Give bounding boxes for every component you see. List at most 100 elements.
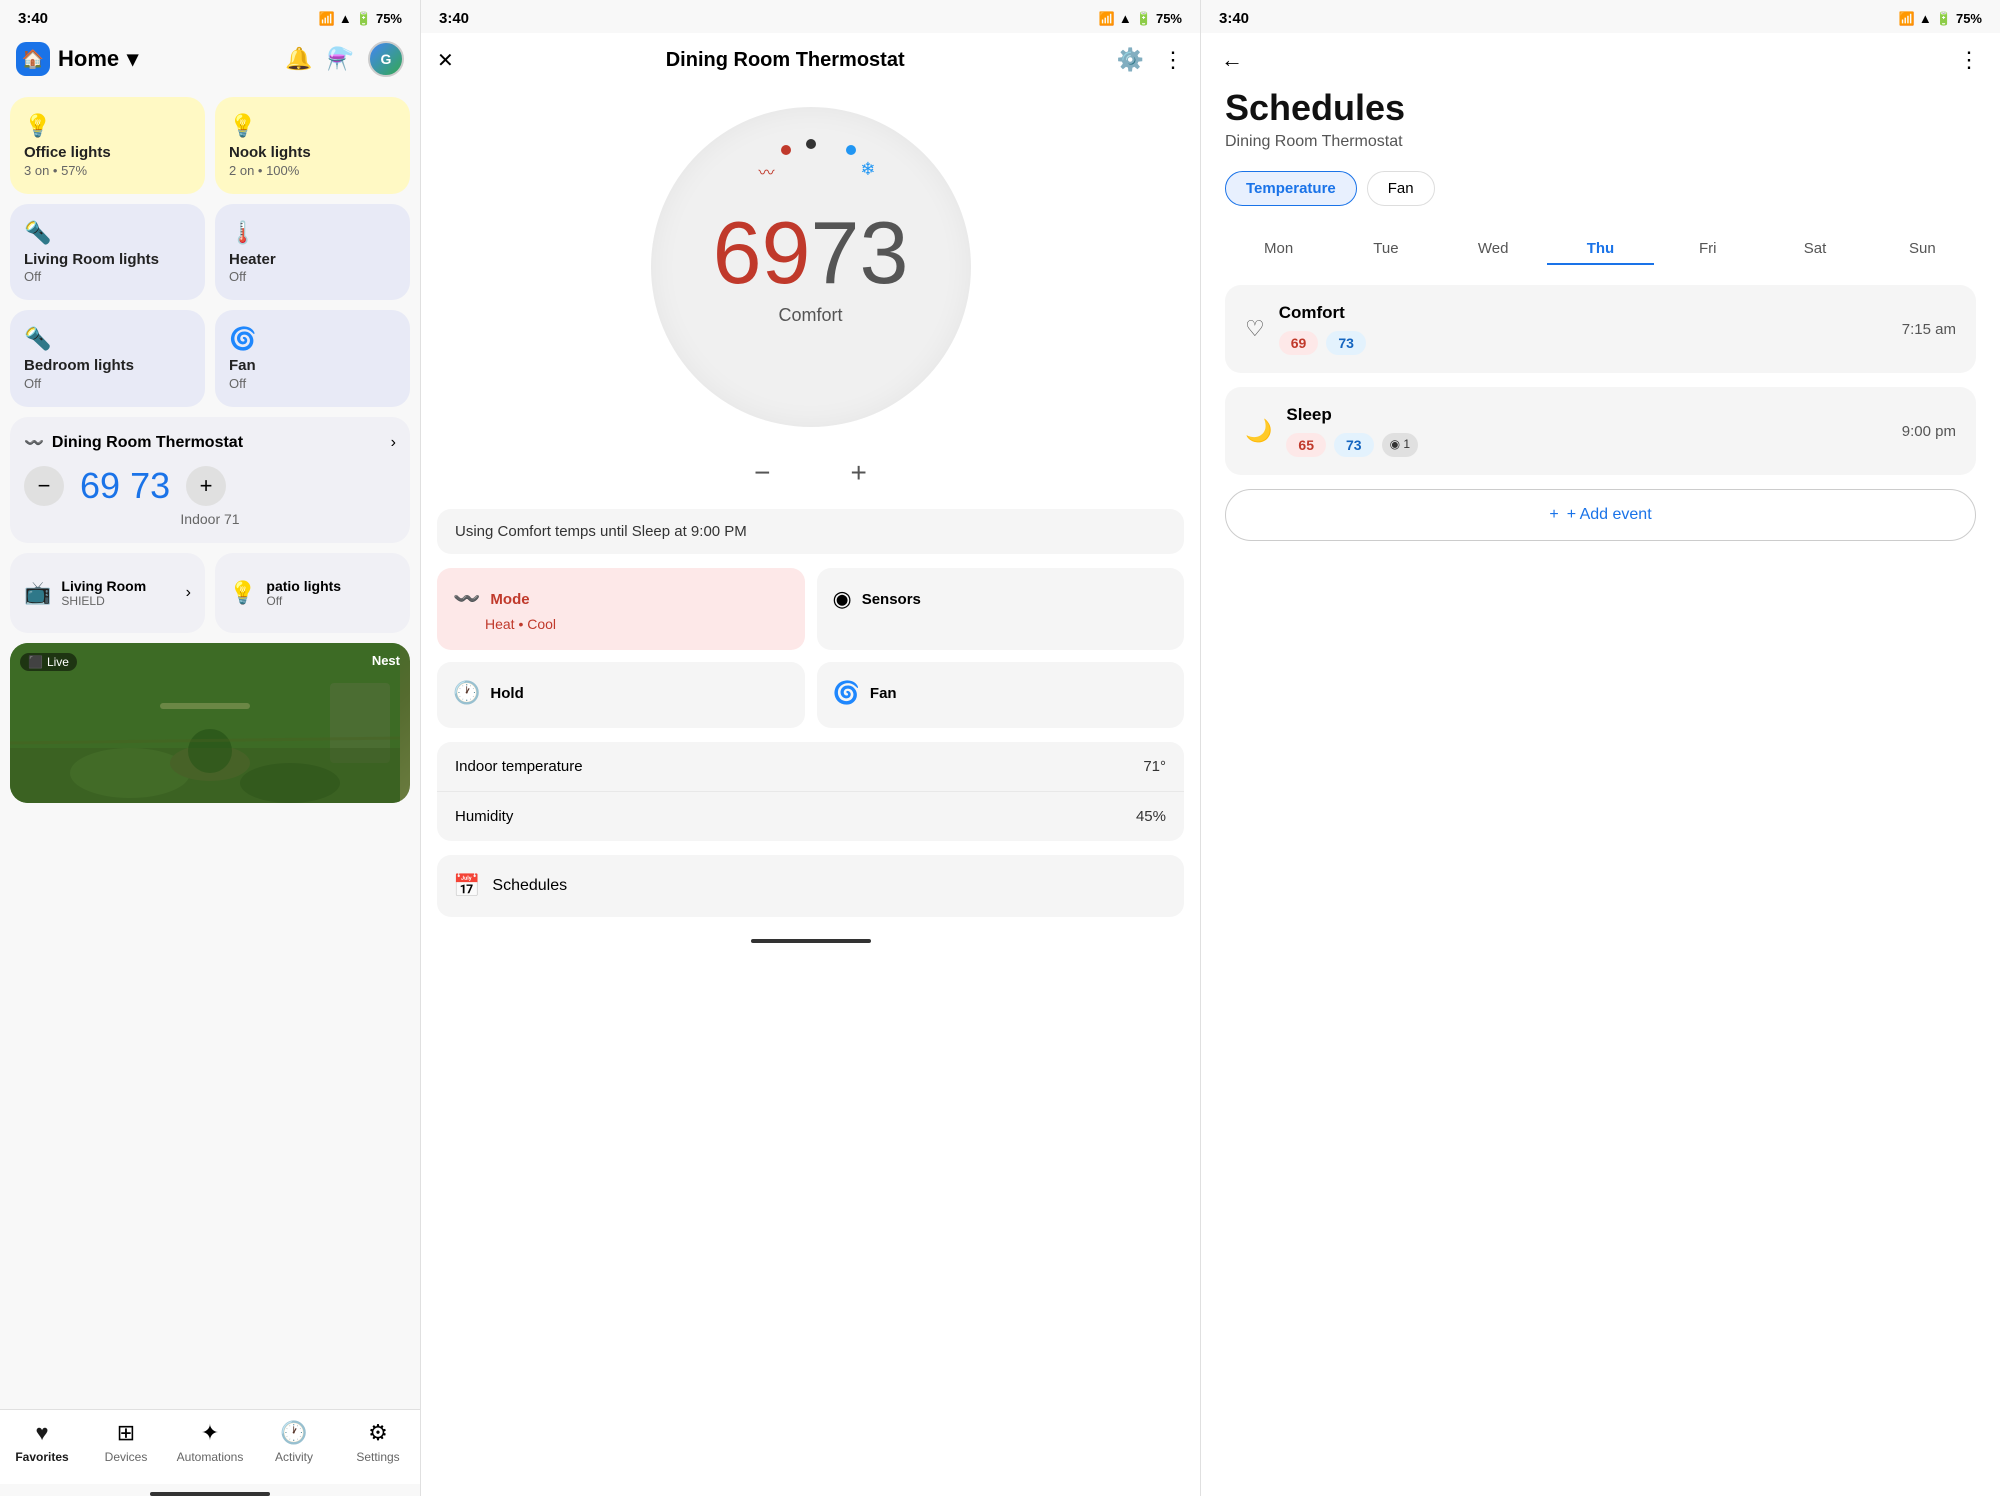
fan-card[interactable]: 🌀 Fan Off bbox=[215, 310, 410, 407]
status-icons-2: 📶 ▲ 🔋 75% bbox=[1099, 11, 1182, 27]
hold-tile[interactable]: 🕐 Hold bbox=[437, 662, 805, 728]
thermostat-dial[interactable]: 〰 ❄ 69 73 Comfort bbox=[651, 107, 971, 427]
add-event-label: + Add event bbox=[1567, 506, 1652, 524]
heater-card[interactable]: 🌡️ Heater Off bbox=[215, 204, 410, 301]
indoor-temp-label: Indoor 71 bbox=[24, 511, 396, 527]
nav-favorites[interactable]: ♥ Favorites bbox=[0, 1420, 84, 1464]
lab-icon[interactable]: ⚗️ bbox=[327, 46, 354, 72]
fan-name: Fan bbox=[229, 356, 396, 376]
living-room-lights-card[interactable]: 🔦 Living Room lights Off bbox=[10, 204, 205, 301]
signal-icon-3: ▲ bbox=[1919, 11, 1932, 26]
sensors-tile-title: Sensors bbox=[862, 591, 921, 608]
fan-tile-icon: 🌀 bbox=[833, 680, 860, 706]
gear-icon[interactable]: ⚙️ bbox=[1117, 47, 1144, 73]
thermostat-card-header: 〰️ Dining Room Thermostat › bbox=[24, 433, 396, 453]
home-logo-icon: 🏠 bbox=[16, 42, 50, 76]
camera-card[interactable]: ⬛ Live Nest bbox=[10, 643, 410, 803]
sleep-event-name: Sleep bbox=[1286, 405, 1887, 425]
dial-decrease-button[interactable]: − bbox=[754, 457, 770, 489]
add-event-button[interactable]: + + Add event bbox=[1225, 489, 1976, 541]
sleep-event-info: Sleep 65 73 ◉ 1 bbox=[1286, 405, 1887, 457]
office-lights-card[interactable]: 💡 Office lights 3 on • 57% bbox=[10, 97, 205, 194]
patio-lights-status: Off bbox=[266, 594, 341, 608]
home-title[interactable]: 🏠 Home ▾ bbox=[16, 42, 138, 76]
schedules-tile[interactable]: 📅 Schedules bbox=[437, 855, 1184, 917]
camera-overlay: ⬛ Live bbox=[20, 653, 77, 671]
day-sat[interactable]: Sat bbox=[1761, 230, 1868, 265]
shield-chevron-icon: › bbox=[186, 584, 191, 602]
sensors-tile-header: ◉ Sensors bbox=[833, 586, 1169, 612]
hold-tile-header: 🕐 Hold bbox=[453, 680, 789, 706]
day-mon[interactable]: Mon bbox=[1225, 230, 1332, 265]
day-wed[interactable]: Wed bbox=[1440, 230, 1547, 265]
close-icon[interactable]: ✕ bbox=[437, 48, 454, 73]
temp-increase-button[interactable]: + bbox=[186, 466, 226, 506]
battery-pct-3: 75% bbox=[1956, 11, 1982, 26]
patio-lights-card[interactable]: 💡 patio lights Off bbox=[215, 553, 410, 633]
comfort-event-name: Comfort bbox=[1279, 303, 1888, 323]
panel-thermostat: 3:40 📶 ▲ 🔋 75% ✕ Dining Room Thermostat … bbox=[420, 0, 1200, 1496]
sensors-tile[interactable]: ◉ Sensors bbox=[817, 568, 1185, 650]
temp-decrease-button[interactable]: − bbox=[24, 466, 64, 506]
battery-icon-2: 🔋 bbox=[1136, 11, 1152, 27]
home-scroll-area: 💡 Office lights 3 on • 57% 💡 Nook lights… bbox=[0, 89, 420, 1409]
patio-lights-icon: 💡 bbox=[229, 580, 256, 606]
shield-card[interactable]: 📺 Living Room SHIELD › bbox=[10, 553, 205, 633]
sched-more-icon[interactable]: ⋮ bbox=[1958, 47, 1980, 73]
more-icon[interactable]: ⋮ bbox=[1162, 47, 1184, 73]
patio-lights-text: patio lights Off bbox=[266, 578, 341, 608]
nook-lights-card[interactable]: 💡 Nook lights 2 on • 100% bbox=[215, 97, 410, 194]
panel-schedules: 3:40 📶 ▲ 🔋 75% ← ⋮ Schedules Dining Room… bbox=[1200, 0, 2000, 1496]
thermostat-card[interactable]: 〰️ Dining Room Thermostat › − 69 73 + In… bbox=[10, 417, 410, 543]
current-temp: 69 bbox=[80, 465, 120, 506]
sleep-event[interactable]: 🌙 Sleep 65 73 ◉ 1 9:00 pm bbox=[1225, 387, 1976, 475]
sleep-event-icon: 🌙 bbox=[1245, 418, 1272, 444]
nav-automations-label: Automations bbox=[177, 1450, 244, 1464]
day-thu[interactable]: Thu bbox=[1547, 230, 1654, 265]
day-fri[interactable]: Fri bbox=[1654, 230, 1761, 265]
living-room-lights-name: Living Room lights bbox=[24, 250, 191, 270]
signal-icon: ▲ bbox=[339, 11, 352, 26]
schedules-tile-label: Schedules bbox=[492, 877, 567, 895]
schedules-subtitle: Dining Room Thermostat bbox=[1225, 133, 1976, 151]
info-section: Indoor temperature 71° Humidity 45% bbox=[437, 742, 1184, 841]
tab-fan[interactable]: Fan bbox=[1367, 171, 1435, 206]
wifi-icon-3: 📶 bbox=[1899, 11, 1915, 27]
live-label: Live bbox=[47, 655, 69, 669]
nav-activity[interactable]: 🕐 Activity bbox=[252, 1420, 336, 1464]
thermostat-card-icon: 〰️ bbox=[24, 433, 44, 453]
sensors-icon: ◉ bbox=[833, 586, 852, 612]
time-1: 3:40 bbox=[18, 10, 48, 27]
row-4: 📺 Living Room SHIELD › 💡 patio lights Of… bbox=[10, 553, 410, 633]
avatar[interactable]: G bbox=[368, 41, 404, 77]
patio-lights-name: patio lights bbox=[266, 578, 341, 594]
nav-activity-label: Activity bbox=[275, 1450, 313, 1464]
nook-lights-status: 2 on • 100% bbox=[229, 163, 396, 178]
notification-icon[interactable]: 🔔 bbox=[285, 46, 312, 72]
comfort-cool-badge: 73 bbox=[1326, 331, 1366, 355]
nav-automations[interactable]: ✦ Automations bbox=[168, 1420, 252, 1464]
back-icon[interactable]: ← bbox=[1221, 47, 1243, 73]
tab-temperature[interactable]: Temperature bbox=[1225, 171, 1357, 206]
schedules-header: ← ⋮ bbox=[1201, 33, 2000, 87]
comfort-event[interactable]: ♡ Comfort 69 73 7:15 am bbox=[1225, 285, 1976, 373]
home-indicator-bar-2 bbox=[751, 939, 871, 943]
day-sun[interactable]: Sun bbox=[1869, 230, 1976, 265]
dial-mode-label: Comfort bbox=[778, 305, 842, 326]
nav-settings[interactable]: ⚙ Settings bbox=[336, 1420, 420, 1464]
current-dot bbox=[806, 139, 816, 149]
nav-devices[interactable]: ⊞ Devices bbox=[84, 1420, 168, 1464]
bedroom-lights-card[interactable]: 🔦 Bedroom lights Off bbox=[10, 310, 205, 407]
devices-icon: ⊞ bbox=[117, 1420, 135, 1446]
status-icons-3: 📶 ▲ 🔋 75% bbox=[1899, 11, 1982, 27]
mode-tile[interactable]: 〰️ Mode Heat • Cool bbox=[437, 568, 805, 650]
dial-set-temp: 73 bbox=[811, 209, 909, 297]
office-lights-status: 3 on • 57% bbox=[24, 163, 191, 178]
day-tue[interactable]: Tue bbox=[1332, 230, 1439, 265]
activity-icon: 🕐 bbox=[280, 1420, 307, 1446]
dial-increase-button[interactable]: + bbox=[851, 457, 867, 489]
battery-pct-1: 75% bbox=[376, 11, 402, 26]
sleep-heat-badge: 65 bbox=[1286, 433, 1326, 457]
fan-tile[interactable]: 🌀 Fan bbox=[817, 662, 1185, 728]
battery-icon-3: 🔋 bbox=[1936, 11, 1952, 27]
